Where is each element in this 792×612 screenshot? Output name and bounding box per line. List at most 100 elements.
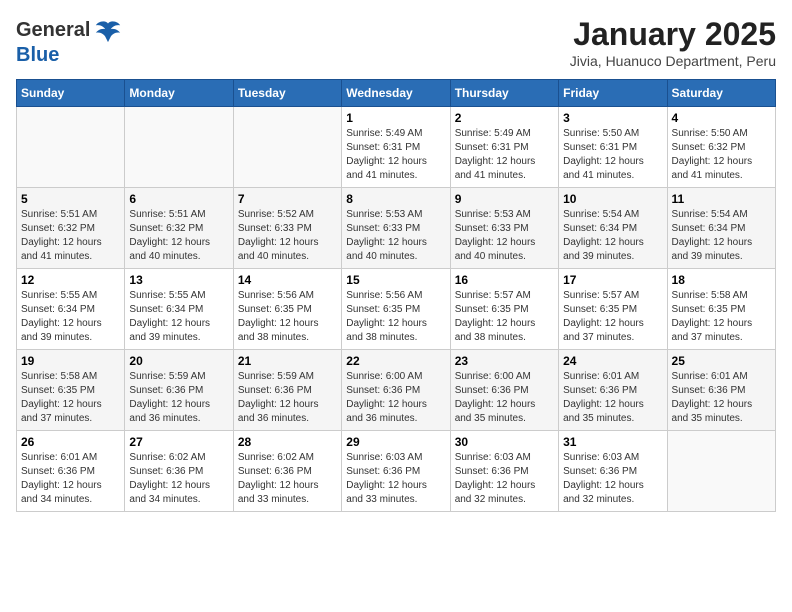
day-info: Sunrise: 5:51 AM Sunset: 6:32 PM Dayligh… — [21, 208, 120, 264]
weekday-header-wednesday: Wednesday — [342, 80, 450, 107]
day-number: 14 — [238, 273, 337, 287]
calendar-week-row: 5 Sunrise: 5:51 AM Sunset: 6:32 PM Daylig… — [17, 188, 776, 269]
day-number: 8 — [346, 192, 445, 206]
weekday-header-sunday: Sunday — [17, 80, 125, 107]
day-number: 30 — [455, 435, 554, 449]
day-number: 28 — [238, 435, 337, 449]
day-info: Sunrise: 5:56 AM Sunset: 6:35 PM Dayligh… — [346, 289, 445, 345]
day-number: 1 — [346, 111, 445, 125]
day-info: Sunrise: 6:01 AM Sunset: 6:36 PM Dayligh… — [672, 370, 771, 426]
calendar-cell: 2 Sunrise: 5:49 AM Sunset: 6:31 PM Daylig… — [450, 107, 558, 188]
day-info: Sunrise: 6:01 AM Sunset: 6:36 PM Dayligh… — [21, 451, 120, 507]
day-number: 21 — [238, 354, 337, 368]
calendar-cell: 13 Sunrise: 5:55 AM Sunset: 6:34 PM Dayli… — [125, 269, 233, 350]
day-number: 2 — [455, 111, 554, 125]
day-info: Sunrise: 5:53 AM Sunset: 6:33 PM Dayligh… — [455, 208, 554, 264]
day-info: Sunrise: 5:50 AM Sunset: 6:31 PM Dayligh… — [563, 127, 662, 183]
day-number: 17 — [563, 273, 662, 287]
day-info: Sunrise: 6:03 AM Sunset: 6:36 PM Dayligh… — [455, 451, 554, 507]
calendar-cell — [17, 107, 125, 188]
weekday-header-monday: Monday — [125, 80, 233, 107]
day-info: Sunrise: 5:53 AM Sunset: 6:33 PM Dayligh… — [346, 208, 445, 264]
weekday-header-tuesday: Tuesday — [233, 80, 341, 107]
day-number: 19 — [21, 354, 120, 368]
calendar-table: SundayMondayTuesdayWednesdayThursdayFrid… — [16, 79, 776, 512]
day-number: 16 — [455, 273, 554, 287]
calendar-cell: 19 Sunrise: 5:58 AM Sunset: 6:35 PM Dayli… — [17, 350, 125, 431]
calendar-cell: 1 Sunrise: 5:49 AM Sunset: 6:31 PM Daylig… — [342, 107, 450, 188]
logo: General Blue — [16, 16, 122, 66]
day-info: Sunrise: 5:56 AM Sunset: 6:35 PM Dayligh… — [238, 289, 337, 345]
calendar-week-row: 19 Sunrise: 5:58 AM Sunset: 6:35 PM Dayli… — [17, 350, 776, 431]
day-number: 24 — [563, 354, 662, 368]
calendar-cell — [233, 107, 341, 188]
calendar-week-row: 26Sunrise: 6:01 AM Sunset: 6:36 PM Dayli… — [17, 431, 776, 512]
day-info: Sunrise: 5:49 AM Sunset: 6:31 PM Dayligh… — [455, 127, 554, 183]
day-number: 3 — [563, 111, 662, 125]
calendar-cell: 29Sunrise: 6:03 AM Sunset: 6:36 PM Dayli… — [342, 431, 450, 512]
calendar-cell: 7 Sunrise: 5:52 AM Sunset: 6:33 PM Daylig… — [233, 188, 341, 269]
weekday-header-friday: Friday — [559, 80, 667, 107]
day-info: Sunrise: 5:55 AM Sunset: 6:34 PM Dayligh… — [129, 289, 228, 345]
day-info: Sunrise: 5:59 AM Sunset: 6:36 PM Dayligh… — [238, 370, 337, 426]
calendar-cell: 8 Sunrise: 5:53 AM Sunset: 6:33 PM Daylig… — [342, 188, 450, 269]
day-info: Sunrise: 5:58 AM Sunset: 6:35 PM Dayligh… — [21, 370, 120, 426]
day-number: 29 — [346, 435, 445, 449]
calendar-cell: 12 Sunrise: 5:55 AM Sunset: 6:34 PM Dayli… — [17, 269, 125, 350]
day-number: 9 — [455, 192, 554, 206]
day-info: Sunrise: 5:57 AM Sunset: 6:35 PM Dayligh… — [563, 289, 662, 345]
day-info: Sunrise: 5:57 AM Sunset: 6:35 PM Dayligh… — [455, 289, 554, 345]
day-info: Sunrise: 6:02 AM Sunset: 6:36 PM Dayligh… — [129, 451, 228, 507]
calendar-cell: 3 Sunrise: 5:50 AM Sunset: 6:31 PM Daylig… — [559, 107, 667, 188]
day-info: Sunrise: 6:01 AM Sunset: 6:36 PM Dayligh… — [563, 370, 662, 426]
calendar-week-row: 12 Sunrise: 5:55 AM Sunset: 6:34 PM Dayli… — [17, 269, 776, 350]
calendar-cell: 9 Sunrise: 5:53 AM Sunset: 6:33 PM Daylig… — [450, 188, 558, 269]
day-info: Sunrise: 5:58 AM Sunset: 6:35 PM Dayligh… — [672, 289, 771, 345]
day-number: 22 — [346, 354, 445, 368]
weekday-header-thursday: Thursday — [450, 80, 558, 107]
calendar-cell: 30 Sunrise: 6:03 AM Sunset: 6:36 PM Dayli… — [450, 431, 558, 512]
day-info: Sunrise: 5:59 AM Sunset: 6:36 PM Dayligh… — [129, 370, 228, 426]
day-number: 5 — [21, 192, 120, 206]
calendar-cell: 25 Sunrise: 6:01 AM Sunset: 6:36 PM Dayli… — [667, 350, 775, 431]
logo-bird-icon — [94, 16, 122, 44]
day-number: 12 — [21, 273, 120, 287]
logo-general: General — [16, 19, 90, 41]
day-number: 23 — [455, 354, 554, 368]
weekday-header-saturday: Saturday — [667, 80, 775, 107]
day-number: 18 — [672, 273, 771, 287]
calendar-cell: 18 Sunrise: 5:58 AM Sunset: 6:35 PM Dayli… — [667, 269, 775, 350]
day-info: Sunrise: 5:50 AM Sunset: 6:32 PM Dayligh… — [672, 127, 771, 183]
day-number: 4 — [672, 111, 771, 125]
calendar-cell: 22 Sunrise: 6:00 AM Sunset: 6:36 PM Dayli… — [342, 350, 450, 431]
day-number: 27 — [129, 435, 228, 449]
weekday-header-row: SundayMondayTuesdayWednesdayThursdayFrid… — [17, 80, 776, 107]
day-number: 13 — [129, 273, 228, 287]
day-info: Sunrise: 5:49 AM Sunset: 6:31 PM Dayligh… — [346, 127, 445, 183]
calendar-cell: 20 Sunrise: 5:59 AM Sunset: 6:36 PM Dayli… — [125, 350, 233, 431]
day-info: Sunrise: 6:02 AM Sunset: 6:36 PM Dayligh… — [238, 451, 337, 507]
calendar-week-row: 1 Sunrise: 5:49 AM Sunset: 6:31 PM Daylig… — [17, 107, 776, 188]
day-info: Sunrise: 5:52 AM Sunset: 6:33 PM Dayligh… — [238, 208, 337, 264]
day-info: Sunrise: 5:54 AM Sunset: 6:34 PM Dayligh… — [563, 208, 662, 264]
day-info: Sunrise: 6:00 AM Sunset: 6:36 PM Dayligh… — [455, 370, 554, 426]
day-info: Sunrise: 5:51 AM Sunset: 6:32 PM Dayligh… — [129, 208, 228, 264]
logo-blue: Blue — [16, 44, 122, 66]
calendar-cell: 27 Sunrise: 6:02 AM Sunset: 6:36 PM Dayli… — [125, 431, 233, 512]
calendar-cell: 14 Sunrise: 5:56 AM Sunset: 6:35 PM Dayli… — [233, 269, 341, 350]
day-number: 7 — [238, 192, 337, 206]
calendar-cell — [125, 107, 233, 188]
day-info: Sunrise: 5:54 AM Sunset: 6:34 PM Dayligh… — [672, 208, 771, 264]
calendar-cell: 5 Sunrise: 5:51 AM Sunset: 6:32 PM Daylig… — [17, 188, 125, 269]
day-number: 31 — [563, 435, 662, 449]
day-info: Sunrise: 6:00 AM Sunset: 6:36 PM Dayligh… — [346, 370, 445, 426]
calendar-cell: 11Sunrise: 5:54 AM Sunset: 6:34 PM Dayli… — [667, 188, 775, 269]
calendar-title: January 2025 — [570, 16, 776, 53]
calendar-cell: 31 Sunrise: 6:03 AM Sunset: 6:36 PM Dayli… — [559, 431, 667, 512]
day-number: 20 — [129, 354, 228, 368]
calendar-cell: 24 Sunrise: 6:01 AM Sunset: 6:36 PM Dayli… — [559, 350, 667, 431]
day-number: 25 — [672, 354, 771, 368]
calendar-cell: 16 Sunrise: 5:57 AM Sunset: 6:35 PM Dayli… — [450, 269, 558, 350]
day-info: Sunrise: 5:55 AM Sunset: 6:34 PM Dayligh… — [21, 289, 120, 345]
day-info: Sunrise: 6:03 AM Sunset: 6:36 PM Dayligh… — [563, 451, 662, 507]
